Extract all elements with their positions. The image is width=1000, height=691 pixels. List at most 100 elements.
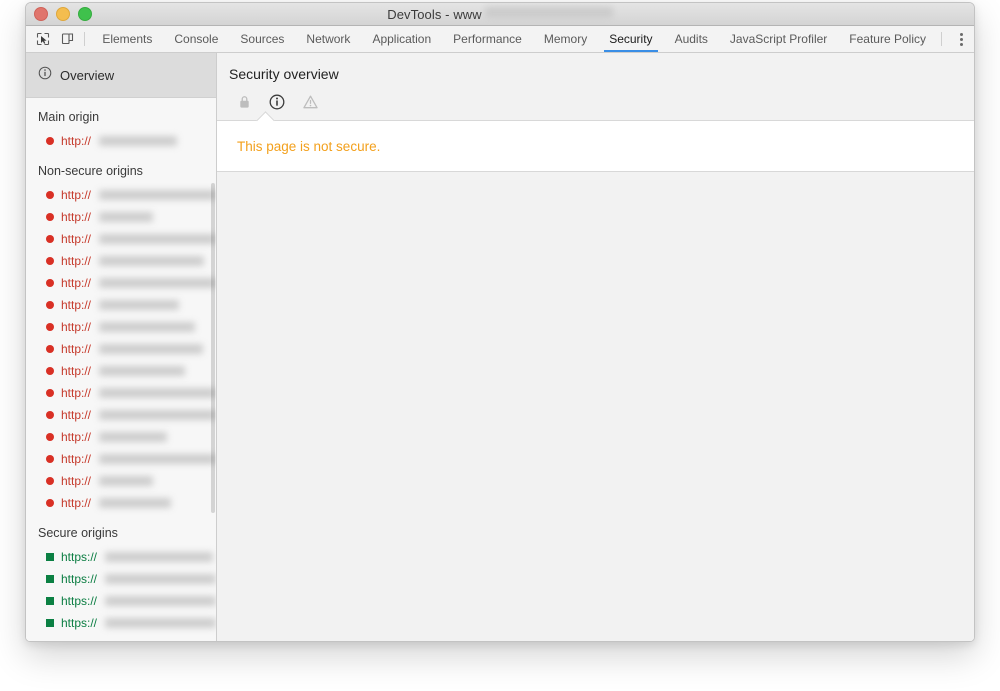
security-state-icons: [229, 93, 974, 120]
origin-list-item[interactable]: http://: [26, 272, 216, 294]
insecure-dot-icon: [46, 213, 54, 221]
security-main-panel: Security overview: [217, 53, 974, 642]
origin-list-item[interactable]: http://: [26, 492, 216, 514]
tab-label: Console: [174, 32, 218, 46]
insecure-dot-icon: [46, 301, 54, 309]
origin-redacted-host: [99, 432, 167, 442]
tab-network[interactable]: Network: [295, 26, 361, 52]
maximize-button[interactable]: [78, 7, 92, 21]
origin-list-item[interactable]: https://: [26, 546, 216, 568]
close-button[interactable]: [34, 7, 48, 21]
origin-scheme: http://: [61, 408, 91, 422]
security-overview-header: Security overview: [217, 53, 974, 120]
origin-redacted-host: [105, 596, 216, 606]
origin-list-item[interactable]: http://: [26, 470, 216, 492]
toolbar-divider: [84, 32, 85, 46]
tab-label: Application: [372, 32, 431, 46]
sidebar-group-title-main-origin: Main origin: [26, 98, 216, 130]
origin-list-item[interactable]: http://: [26, 206, 216, 228]
origin-scheme: http://: [61, 430, 91, 444]
tab-label: Feature Policy: [849, 32, 926, 46]
tab-security[interactable]: Security: [598, 26, 663, 52]
origin-list-item[interactable]: http://: [26, 184, 216, 206]
origin-list-item[interactable]: https://: [26, 568, 216, 590]
window-title-text: DevTools - www: [387, 7, 482, 22]
sidebar-group-title-secure-origins: Secure origins: [26, 514, 216, 546]
warning-triangle-icon[interactable]: [301, 93, 319, 111]
page-title: Security overview: [229, 66, 974, 82]
origin-scheme: http://: [61, 474, 91, 488]
sidebar-item-label: Overview: [60, 68, 114, 83]
origin-list-item[interactable]: http://: [26, 130, 216, 152]
tab-performance[interactable]: Performance: [442, 26, 533, 52]
lock-icon[interactable]: [235, 93, 253, 111]
origin-list-item[interactable]: http://: [26, 382, 216, 404]
insecure-dot-icon: [46, 433, 54, 441]
insecure-dot-icon: [46, 345, 54, 353]
tab-feature-policy[interactable]: Feature Policy: [838, 26, 937, 52]
insecure-dot-icon: [46, 323, 54, 331]
secure-square-icon: [46, 575, 54, 583]
origin-list-item[interactable]: https://: [26, 612, 216, 634]
devtools-window: DevTools - www Elements Conso: [25, 2, 975, 642]
origin-redacted-host: [99, 410, 216, 420]
tab-label: Network: [306, 32, 350, 46]
minimize-button[interactable]: [56, 7, 70, 21]
origin-scheme: http://: [61, 320, 91, 334]
tab-label: Audits: [675, 32, 708, 46]
tab-audits[interactable]: Audits: [664, 26, 719, 52]
tab-memory[interactable]: Memory: [533, 26, 598, 52]
tab-label: Performance: [453, 32, 522, 46]
device-toolbar-icon[interactable]: [56, 26, 81, 52]
origin-redacted-host: [99, 366, 185, 376]
security-summary-text: This page is not secure.: [237, 139, 380, 154]
insecure-dot-icon: [46, 455, 54, 463]
kebab-dot: [960, 33, 963, 36]
origin-list-item[interactable]: http://: [26, 228, 216, 250]
origin-redacted-host: [105, 552, 213, 562]
origin-redacted-host: [99, 498, 171, 508]
info-circle-icon[interactable]: [268, 93, 286, 111]
sidebar-group-non-secure-origins: http:// http:// http:// http:// http:// …: [26, 184, 216, 514]
kebab-dot: [960, 43, 963, 46]
insecure-dot-icon: [46, 477, 54, 485]
origin-scheme: http://: [61, 276, 91, 290]
tab-label: Security: [609, 32, 652, 46]
origin-redacted-host: [99, 476, 153, 486]
secure-square-icon: [46, 597, 54, 605]
origin-redacted-host: [99, 322, 195, 332]
toolbar-divider-right: [941, 32, 942, 46]
tab-elements[interactable]: Elements: [91, 26, 163, 52]
origin-redacted-host: [99, 278, 216, 288]
tab-console[interactable]: Console: [163, 26, 229, 52]
origin-list-item[interactable]: https://: [26, 590, 216, 612]
origin-scheme: https://: [61, 594, 97, 608]
more-options-icon[interactable]: [948, 26, 974, 52]
sidebar-scrollbar[interactable]: [211, 183, 215, 513]
origin-list-item[interactable]: http://: [26, 338, 216, 360]
devtools-tabs: Elements Console Sources Network Applica…: [91, 26, 937, 52]
window-title: DevTools - www: [387, 7, 613, 22]
origin-list-item[interactable]: http://: [26, 250, 216, 272]
origin-scheme: https://: [61, 572, 97, 586]
insecure-dot-icon: [46, 235, 54, 243]
origin-list-item[interactable]: http://: [26, 448, 216, 470]
tab-sources[interactable]: Sources: [229, 26, 295, 52]
tab-application[interactable]: Application: [361, 26, 442, 52]
origin-list-item[interactable]: http://: [26, 316, 216, 338]
devtools-toolbar: Elements Console Sources Network Applica…: [26, 26, 974, 53]
origin-redacted-host: [99, 256, 204, 266]
origin-list-item[interactable]: http://: [26, 294, 216, 316]
secure-square-icon: [46, 553, 54, 561]
sidebar-item-overview[interactable]: Overview: [26, 53, 216, 98]
sidebar-group-main-origin: http://: [26, 130, 216, 152]
security-details-area: [217, 172, 974, 642]
tab-javascript-profiler[interactable]: JavaScript Profiler: [719, 26, 838, 52]
origin-scheme: http://: [61, 386, 91, 400]
origin-list-item[interactable]: http://: [26, 404, 216, 426]
window-title-redacted-domain: [485, 7, 613, 18]
origin-list-item[interactable]: http://: [26, 360, 216, 382]
desktop-background: DevTools - www Elements Conso: [0, 0, 1000, 691]
origin-list-item[interactable]: http://: [26, 426, 216, 448]
inspect-element-icon[interactable]: [31, 26, 56, 52]
